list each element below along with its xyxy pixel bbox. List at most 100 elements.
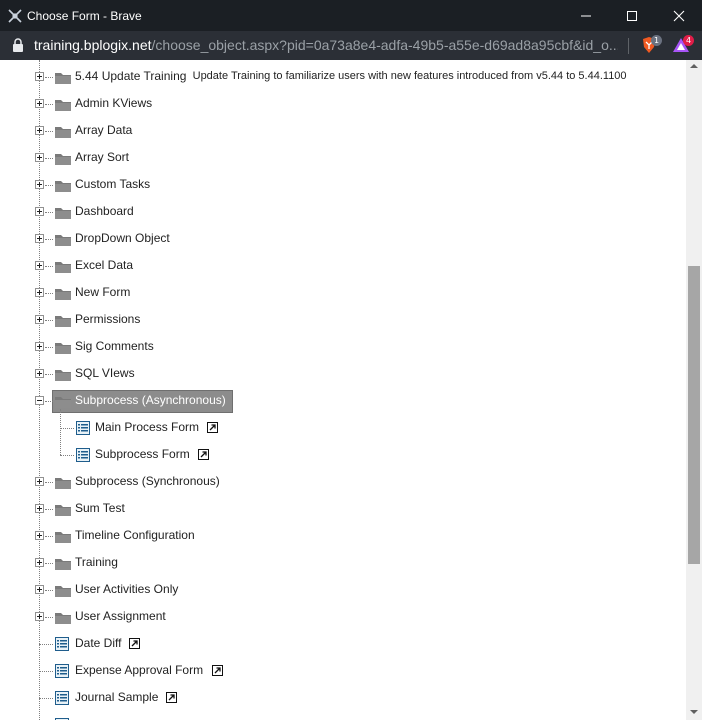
selected-folder-label[interactable]: Subprocess (Asynchronous) (75, 393, 226, 407)
form-label[interactable]: Main Process Form (95, 420, 199, 434)
folder-label[interactable]: Array Data (75, 123, 132, 137)
scroll-down-arrow-icon[interactable] (690, 709, 698, 715)
brave-shields-button[interactable]: 1 (640, 35, 662, 58)
form-icon (55, 691, 69, 705)
address-divider (628, 38, 629, 54)
folder-label[interactable]: Dashboard (75, 204, 134, 218)
folder-icon (55, 316, 71, 327)
form-icon (55, 637, 69, 651)
folder-icon (55, 181, 71, 192)
open-link-icon[interactable] (207, 422, 219, 433)
folder-tree: 5.44 Update Training Update Training to f… (0, 60, 686, 720)
form-label[interactable]: Journal Sample (75, 690, 158, 704)
toggle-plus-bar (39, 344, 40, 349)
expand-toggle[interactable] (35, 369, 44, 378)
folder-icon (55, 505, 71, 516)
folder-icon (55, 613, 71, 624)
vertical-scrollbar[interactable] (686, 60, 702, 720)
close-icon (673, 10, 685, 21)
brave-logo-icon (8, 8, 22, 23)
open-link-icon[interactable] (211, 665, 223, 676)
folder-icon (55, 235, 71, 246)
tree-connector (45, 158, 53, 159)
address-bar[interactable]: training.bplogix.net/choose_object.aspx?… (0, 31, 702, 60)
folder-label[interactable]: User Activities Only (75, 582, 178, 596)
tree-connector (45, 347, 53, 348)
tree-connector (45, 563, 53, 564)
folder-label[interactable]: Training (75, 555, 118, 569)
toggle-plus-bar (39, 506, 40, 511)
expand-toggle[interactable] (35, 234, 44, 243)
form-label[interactable]: Date Diff (75, 636, 121, 650)
expand-toggle[interactable] (35, 477, 44, 486)
expand-toggle[interactable] (35, 72, 44, 81)
folder-icon (55, 370, 71, 381)
folder-label[interactable]: Excel Data (75, 258, 133, 272)
expand-toggle[interactable] (35, 153, 44, 162)
tree-connector (45, 320, 53, 321)
toggle-plus-bar (39, 128, 40, 133)
open-link-icon[interactable] (129, 638, 141, 649)
folder-label[interactable]: Timeline Configuration (75, 528, 195, 542)
toggle-plus-bar (39, 479, 40, 484)
expand-toggle[interactable] (35, 342, 44, 351)
toggle-plus-bar (39, 263, 40, 268)
expand-toggle[interactable] (35, 531, 44, 540)
expand-toggle[interactable] (35, 99, 44, 108)
tree-connector (45, 536, 53, 537)
close-button[interactable] (656, 0, 702, 31)
scroll-up-arrow-icon[interactable] (690, 63, 698, 69)
toggle-plus-bar (39, 290, 40, 295)
toggle-plus-bar (39, 560, 40, 565)
expand-toggle[interactable] (35, 504, 44, 513)
tree-connector (45, 617, 53, 618)
expand-toggle[interactable] (35, 180, 44, 189)
folder-label[interactable]: SQL VIews (75, 366, 135, 380)
expand-toggle[interactable] (35, 315, 44, 324)
child-guide-line (60, 409, 61, 455)
toggle-plus-bar (39, 182, 40, 187)
expand-toggle[interactable] (35, 288, 44, 297)
folder-label[interactable]: New Form (75, 285, 130, 299)
folder-icon (55, 73, 71, 84)
folder-label[interactable]: 5.44 Update Training (75, 69, 186, 83)
folder-label[interactable]: Custom Tasks (75, 177, 150, 191)
tree-connector (45, 401, 53, 402)
tree-connector (45, 482, 53, 483)
folder-label[interactable]: Sum Test (75, 501, 125, 515)
expand-toggle[interactable] (35, 261, 44, 270)
folder-label[interactable]: Array Sort (75, 150, 129, 164)
url-host: training.bplogix.net (34, 37, 152, 53)
tree-connector (45, 77, 53, 78)
open-link-icon[interactable] (166, 692, 178, 703)
url-text[interactable]: training.bplogix.net/choose_object.aspx?… (34, 37, 618, 53)
folder-label[interactable]: Subprocess (Synchronous) (75, 474, 220, 488)
minimize-icon (581, 15, 591, 16)
folder-label[interactable]: Permissions (75, 312, 140, 326)
folder-label[interactable]: DropDown Object (75, 231, 170, 245)
expand-toggle[interactable] (35, 126, 44, 135)
open-link-icon[interactable] (197, 449, 209, 460)
tree-connector (45, 239, 53, 240)
form-label[interactable]: Expense Approval Form (75, 663, 203, 677)
minimize-button[interactable] (563, 0, 609, 31)
folder-label[interactable]: User Assignment (75, 609, 166, 623)
folder-label[interactable]: Sig Comments (75, 339, 154, 353)
toggle-plus-bar (39, 371, 40, 376)
folder-label[interactable]: Admin KViews (75, 96, 152, 110)
form-label[interactable]: Subprocess Form (95, 447, 190, 461)
folder-icon (55, 478, 71, 489)
scrollbar-thumb[interactable] (688, 266, 700, 564)
brave-rewards-button[interactable]: 4 (672, 35, 694, 58)
form-icon (76, 421, 90, 435)
expand-toggle[interactable] (35, 612, 44, 621)
expand-toggle[interactable] (35, 207, 44, 216)
tree-connector (45, 374, 53, 375)
collapse-toggle[interactable] (35, 396, 44, 405)
maximize-button[interactable] (609, 0, 655, 31)
toggle-plus-bar (39, 209, 40, 214)
expand-toggle[interactable] (35, 585, 44, 594)
expand-toggle[interactable] (35, 558, 44, 567)
tree-connector (45, 185, 53, 186)
toggle-plus-bar (39, 74, 40, 79)
